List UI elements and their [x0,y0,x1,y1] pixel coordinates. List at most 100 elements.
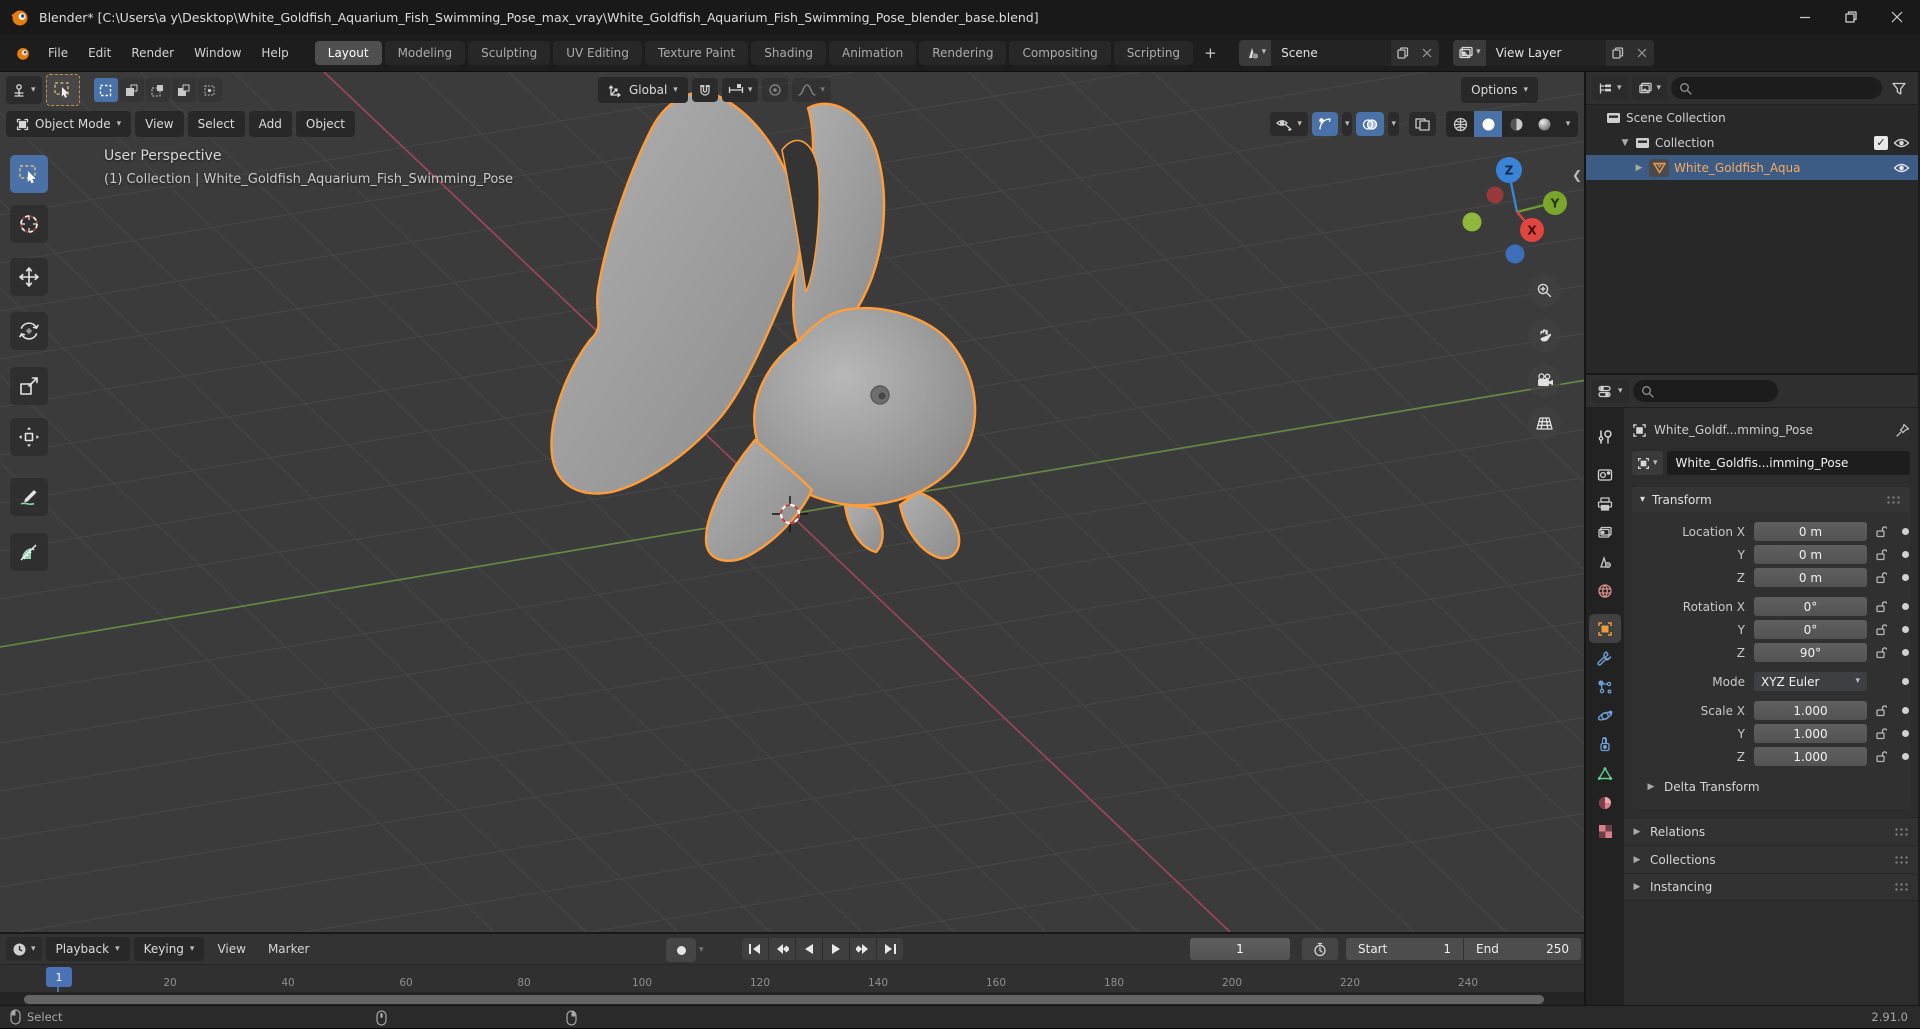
start-frame-field[interactable]: Start 1 [1346,938,1463,960]
outliner-row-collection[interactable]: ▼ Collection ✓ [1586,130,1918,155]
shading-wireframe-button[interactable] [1446,111,1474,137]
expand-icon[interactable]: ▶ [1634,163,1644,173]
scene-name[interactable]: Scene [1271,46,1391,60]
tab-modeling[interactable]: Modeling [384,40,466,65]
tab-texture[interactable] [1589,817,1621,846]
filter-icon[interactable] [1886,76,1912,100]
view-layer-name[interactable]: View Layer [1486,46,1606,60]
animate-dot[interactable] [1902,528,1909,535]
location-x-field[interactable]: 0 m [1754,522,1867,541]
select-mode-set[interactable] [93,78,118,102]
collection-visibility-eye-icon[interactable] [1893,137,1910,149]
rotation-z-field[interactable]: 90° [1754,643,1867,662]
new-view-layer-button[interactable] [1605,39,1630,66]
auto-keying-toggle[interactable] [666,938,696,962]
snap-target-dropdown[interactable]: ▾ [721,78,759,102]
tab-shading[interactable]: Shading [751,40,826,65]
current-frame-field[interactable]: 1 [1190,938,1290,960]
tool-select-box[interactable] [10,155,48,193]
fish-pectoral-fin[interactable] [898,490,961,560]
play-reverse-button[interactable] [796,938,822,960]
jump-to-start-button[interactable] [742,938,768,960]
select-mode-invert[interactable] [171,78,196,102]
panel-drag-handle[interactable] [1894,854,1910,865]
sidebar-collapse-arrow[interactable]: ❮ [1572,168,1582,182]
menu-window[interactable]: Window [184,42,251,64]
relations-panel[interactable]: ▶ Relations [1624,817,1918,845]
camera-view-button[interactable] [1528,364,1561,397]
tool-annotate[interactable] [10,478,48,516]
gizmos-toggle[interactable] [1311,112,1338,136]
tab-object-data[interactable] [1589,759,1621,788]
rotation-mode-dropdown[interactable]: XYZ Euler ▾ [1754,672,1867,691]
browse-view-layer-button[interactable]: ▾ [1453,39,1486,66]
properties-search-input[interactable] [1632,380,1779,402]
lock-icon[interactable] [1867,571,1893,584]
menu-object[interactable]: Object [295,111,355,137]
gizmo-axis-y-neg[interactable] [1462,212,1482,232]
3d-viewport[interactable]: Z Y X ▾ Global ▾ ▾ ▾ Options ▾ Object Mo… [0,72,1584,932]
menu-file[interactable]: File [38,42,78,64]
timeline-view-menu[interactable]: View [208,938,254,960]
outliner-search-input[interactable] [1671,77,1882,99]
lock-icon[interactable] [1867,623,1893,636]
lock-icon[interactable] [1867,704,1893,717]
tool-move[interactable] [10,258,48,296]
playback-menu[interactable]: Playback ▾ [45,937,130,961]
tab-scene[interactable] [1589,547,1621,576]
animate-dot[interactable] [1902,707,1909,714]
delta-transform-panel[interactable]: ▶ Delta Transform [1632,774,1910,799]
animate-dot[interactable] [1902,626,1909,633]
lock-icon[interactable] [1867,600,1893,613]
panel-drag-handle[interactable] [1894,826,1910,837]
expand-icon[interactable]: ▼ [1620,138,1630,148]
play-button[interactable] [823,938,849,960]
menu-view[interactable]: View [135,111,184,137]
overlays-toggle[interactable] [1356,112,1385,136]
select-mode-intersect[interactable] [197,78,222,102]
tab-render[interactable] [1589,460,1621,489]
scale-y-field[interactable]: 1.000 [1754,724,1867,743]
select-mode-subtract[interactable] [145,78,170,102]
gizmo-axis-z-neg[interactable] [1505,244,1525,264]
pan-button[interactable] [1528,319,1561,352]
tab-particles[interactable] [1589,672,1621,701]
browse-scene-button[interactable]: ▾ [1238,39,1272,66]
collections-panel[interactable]: ▶ Collections [1624,845,1918,873]
properties-editor-type-button[interactable]: ▾ [1592,379,1629,403]
timeline-scrollbar-thumb[interactable] [24,995,1544,1004]
rotation-x-field[interactable]: 0° [1754,597,1867,616]
menu-help[interactable]: Help [251,42,298,64]
fish-chin-fin[interactable] [843,503,884,554]
prev-keyframe-button[interactable] [769,938,795,960]
zoom-button[interactable] [1528,274,1561,307]
outliner-display-mode-button[interactable]: ▾ [1631,76,1668,100]
animate-dot[interactable] [1902,678,1909,685]
panel-drag-handle[interactable] [1886,494,1902,505]
lock-icon[interactable] [1867,548,1893,561]
tab-layout[interactable]: Layout [314,40,382,65]
keying-menu[interactable]: Keying ▾ [133,937,205,961]
tool-rotate[interactable] [10,312,48,350]
location-z-field[interactable]: 0 m [1754,568,1867,587]
scale-z-field[interactable]: 1.000 [1754,747,1867,766]
shading-material-button[interactable] [1502,111,1530,137]
tab-uv-editing[interactable]: UV Editing [553,40,642,65]
visibility-dropdown[interactable]: ▾ [1270,112,1308,136]
tab-output[interactable] [1589,489,1621,518]
rotation-y-field[interactable]: 0° [1754,620,1867,639]
select-mode-extend[interactable] [119,78,144,102]
tab-view-layer[interactable] [1589,518,1621,547]
mode-dropdown[interactable]: Object Mode ▾ [6,111,132,137]
menu-render[interactable]: Render [121,42,184,64]
tab-world[interactable] [1589,576,1621,605]
animate-dot[interactable] [1902,603,1909,610]
proportional-editing-button[interactable] [762,78,789,102]
app-menu-button[interactable] [8,41,38,65]
instancing-panel[interactable]: ▶ Instancing [1624,873,1918,901]
minimize-button[interactable] [1782,0,1828,34]
menu-edit[interactable]: Edit [78,42,121,64]
add-workspace-button[interactable]: + [1196,42,1225,64]
tab-tool[interactable] [1589,422,1621,451]
unlink-scene-button[interactable] [1415,39,1440,66]
